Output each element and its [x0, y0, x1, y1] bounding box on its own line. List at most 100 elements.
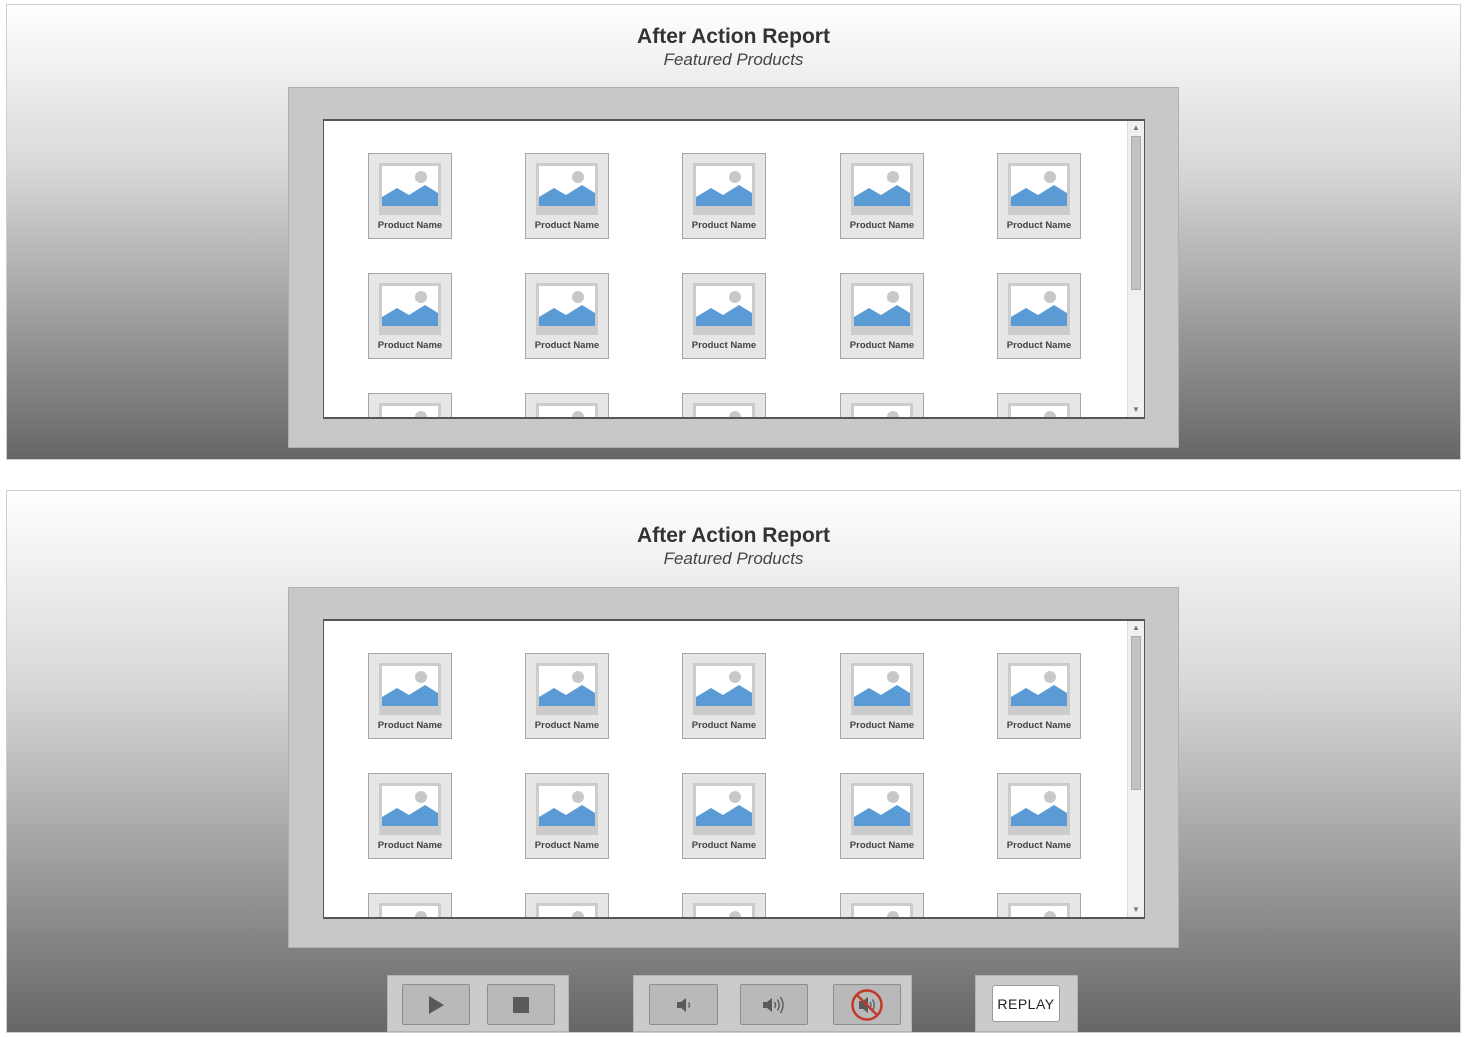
scroll-thumb[interactable] — [1131, 136, 1141, 290]
vertical-scrollbar[interactable]: ▲ ▼ — [1127, 621, 1144, 917]
product-card[interactable]: Product Name — [682, 773, 766, 859]
product-name-label: Product Name — [691, 720, 757, 731]
image-placeholder-icon — [693, 163, 755, 215]
product-name-label: Product Name — [377, 220, 443, 231]
scroll-down-arrow-icon[interactable]: ▼ — [1128, 903, 1144, 917]
image-placeholder-icon — [851, 783, 913, 835]
product-name-label: Product Name — [691, 340, 757, 351]
play-button[interactable] — [402, 984, 470, 1025]
product-name-label: Product Name — [1006, 840, 1072, 851]
product-name-label: Product Name — [1006, 340, 1072, 351]
product-card[interactable]: Product Name — [525, 773, 609, 859]
volume-up-button[interactable] — [740, 984, 808, 1025]
image-placeholder-icon — [851, 663, 913, 715]
image-placeholder-icon — [536, 403, 598, 417]
scroll-up-arrow-icon[interactable]: ▲ — [1128, 621, 1144, 635]
stop-icon — [513, 996, 529, 1013]
image-placeholder-icon — [1008, 403, 1070, 417]
vertical-scrollbar[interactable]: ▲ ▼ — [1127, 121, 1144, 417]
product-card[interactable]: Product Name — [368, 393, 452, 417]
product-card[interactable]: Product Name — [840, 393, 924, 417]
product-card[interactable]: Product Name — [997, 393, 1081, 417]
product-grid: Product Name Product Name Product Name Prod… — [324, 621, 1126, 917]
image-placeholder-icon — [693, 403, 755, 417]
replay-button[interactable]: REPLAY — [992, 985, 1060, 1022]
product-name-label: Product Name — [1006, 720, 1072, 731]
volume-controls — [633, 975, 912, 1032]
image-placeholder-icon — [693, 283, 755, 335]
product-scroll-area[interactable]: Product Name Product Name Product Name Prod… — [323, 619, 1145, 919]
product-name-label: Product Name — [377, 720, 443, 731]
scroll-thumb[interactable] — [1131, 636, 1141, 790]
image-placeholder-icon — [1008, 783, 1070, 835]
volume-low-icon — [676, 997, 690, 1012]
image-placeholder-icon — [536, 163, 598, 215]
image-placeholder-icon — [379, 663, 441, 715]
replay-controls: REPLAY — [975, 975, 1078, 1032]
stop-button[interactable] — [487, 984, 555, 1025]
image-placeholder-icon — [851, 283, 913, 335]
product-card[interactable]: Product Name — [840, 153, 924, 239]
image-placeholder-icon — [1008, 903, 1070, 917]
product-card[interactable]: Product Name — [368, 773, 452, 859]
product-card[interactable]: Product Name — [997, 773, 1081, 859]
report-title: After Action Report — [637, 524, 830, 547]
image-placeholder-icon — [851, 163, 913, 215]
product-card[interactable]: Product Name — [682, 393, 766, 417]
product-card[interactable]: Product Name — [840, 653, 924, 739]
product-card[interactable]: Product Name — [997, 653, 1081, 739]
image-placeholder-icon — [379, 163, 441, 215]
product-card[interactable]: Product Name — [368, 273, 452, 359]
image-placeholder-icon — [1008, 663, 1070, 715]
report-subtitle: Featured Products — [663, 50, 804, 69]
report-subtitle: Featured Products — [663, 549, 804, 568]
report-panel-bottom: After Action Report Featured Products Pr… — [6, 490, 1461, 1033]
product-card[interactable]: Product Name — [997, 153, 1081, 239]
product-name-label: Product Name — [534, 340, 600, 351]
product-frame: Product Name Product Name Product Name Prod… — [288, 587, 1179, 948]
product-name-label: Product Name — [377, 840, 443, 851]
product-card[interactable]: Product Name — [840, 273, 924, 359]
product-card[interactable]: Product Name — [368, 153, 452, 239]
product-grid: Product Name Product Name Product Name Prod… — [324, 121, 1126, 417]
product-card[interactable]: Product Name — [682, 273, 766, 359]
image-placeholder-icon — [379, 903, 441, 917]
image-placeholder-icon — [379, 403, 441, 417]
image-placeholder-icon — [536, 663, 598, 715]
product-name-label: Product Name — [849, 840, 915, 851]
product-frame: Product Name Product Name Product Name Prod… — [288, 87, 1179, 448]
product-card[interactable]: Product Name — [525, 653, 609, 739]
scroll-down-arrow-icon[interactable]: ▼ — [1128, 403, 1144, 417]
image-placeholder-icon — [693, 903, 755, 917]
volume-down-button[interactable] — [649, 984, 718, 1025]
product-card[interactable]: Product Name — [525, 893, 609, 917]
product-name-label: Product Name — [534, 840, 600, 851]
mute-button[interactable] — [833, 984, 901, 1025]
product-card[interactable]: Product Name — [682, 653, 766, 739]
image-placeholder-icon — [851, 903, 913, 917]
product-card[interactable]: Product Name — [840, 773, 924, 859]
image-placeholder-icon — [536, 783, 598, 835]
product-name-label: Product Name — [849, 720, 915, 731]
product-card[interactable]: Product Name — [682, 893, 766, 917]
product-card[interactable]: Product Name — [525, 273, 609, 359]
scroll-up-arrow-icon[interactable]: ▲ — [1128, 121, 1144, 135]
report-panel-top: After Action Report Featured Products Pr… — [6, 4, 1461, 460]
image-placeholder-icon — [1008, 163, 1070, 215]
product-name-label: Product Name — [849, 340, 915, 351]
product-card[interactable]: Product Name — [682, 153, 766, 239]
product-card[interactable]: Product Name — [368, 893, 452, 917]
product-card[interactable]: Product Name — [840, 893, 924, 917]
product-card[interactable]: Product Name — [525, 153, 609, 239]
product-card[interactable]: Product Name — [525, 393, 609, 417]
image-placeholder-icon — [536, 903, 598, 917]
report-title: After Action Report — [637, 25, 830, 48]
playback-controls — [387, 975, 569, 1032]
product-name-label: Product Name — [534, 720, 600, 731]
product-card[interactable]: Product Name — [997, 893, 1081, 917]
product-card[interactable]: Product Name — [368, 653, 452, 739]
product-card[interactable]: Product Name — [997, 273, 1081, 359]
image-placeholder-icon — [851, 403, 913, 417]
image-placeholder-icon — [379, 783, 441, 835]
product-scroll-area[interactable]: Product Name Product Name Product Name Prod… — [323, 119, 1145, 419]
